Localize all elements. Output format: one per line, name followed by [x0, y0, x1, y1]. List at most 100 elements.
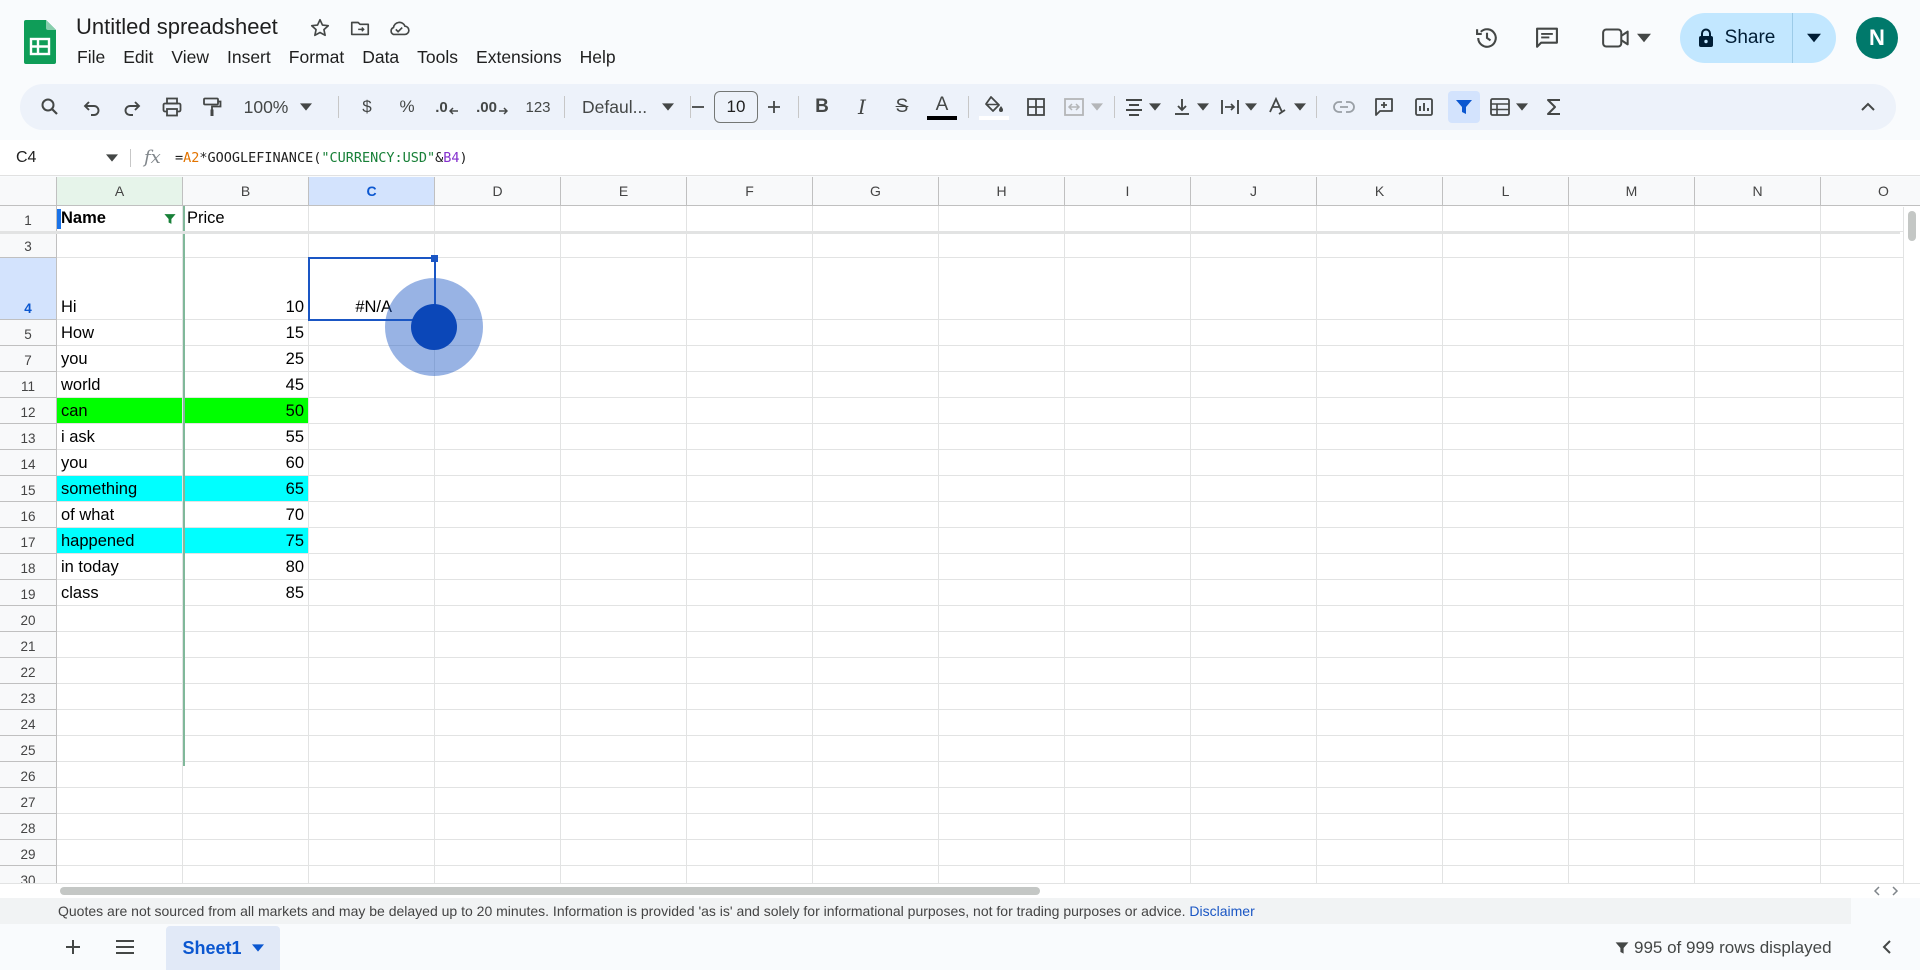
cell-h1[interactable] [939, 206, 1065, 232]
cell-b22[interactable] [183, 658, 309, 684]
cell-g1[interactable] [813, 206, 939, 232]
cell-j28[interactable] [1191, 814, 1317, 840]
cell-g25[interactable] [813, 736, 939, 762]
cell-g20[interactable] [813, 606, 939, 632]
cell-n23[interactable] [1695, 684, 1821, 710]
cell-e4[interactable] [561, 258, 687, 320]
cell-e26[interactable] [561, 762, 687, 788]
cell-d1[interactable] [435, 206, 561, 232]
menu-tools[interactable]: Tools [408, 46, 467, 70]
cell-c1[interactable] [309, 206, 435, 232]
cell-f16[interactable] [687, 502, 813, 528]
select-all-corner[interactable] [0, 177, 57, 206]
cell-a22[interactable] [57, 658, 183, 684]
column-header-c[interactable]: C [309, 177, 435, 206]
cell-n25[interactable] [1695, 736, 1821, 762]
cell-j17[interactable] [1191, 528, 1317, 554]
number-format-button[interactable]: 123 [520, 91, 556, 123]
cell-e25[interactable] [561, 736, 687, 762]
cell-f25[interactable] [687, 736, 813, 762]
cell-k12[interactable] [1317, 398, 1443, 424]
cell-c16[interactable] [309, 502, 435, 528]
cell-l7[interactable] [1443, 346, 1569, 372]
cell-e27[interactable] [561, 788, 687, 814]
cell-f17[interactable] [687, 528, 813, 554]
cell-h4[interactable] [939, 258, 1065, 320]
menu-extensions[interactable]: Extensions [467, 46, 571, 70]
column-header-h[interactable]: H [939, 177, 1065, 206]
cell-n18[interactable] [1695, 554, 1821, 580]
search-icon[interactable] [34, 91, 66, 123]
cloud-status-icon[interactable] [386, 15, 412, 41]
cell-e28[interactable] [561, 814, 687, 840]
vertical-align-button[interactable] [1168, 91, 1212, 123]
cell-e1[interactable] [561, 206, 687, 232]
cell-i29[interactable] [1065, 840, 1191, 866]
cell-j20[interactable] [1191, 606, 1317, 632]
cell-k5[interactable] [1317, 320, 1443, 346]
cell-j14[interactable] [1191, 450, 1317, 476]
cell-j30[interactable] [1191, 866, 1317, 883]
cell-c11[interactable] [309, 372, 435, 398]
cell-d29[interactable] [435, 840, 561, 866]
cell-l23[interactable] [1443, 684, 1569, 710]
cell-e5[interactable] [561, 320, 687, 346]
cell-f7[interactable] [687, 346, 813, 372]
cell-k30[interactable] [1317, 866, 1443, 883]
cell-e14[interactable] [561, 450, 687, 476]
cell-e29[interactable] [561, 840, 687, 866]
cell-k28[interactable] [1317, 814, 1443, 840]
cell-g23[interactable] [813, 684, 939, 710]
version-history-icon[interactable] [1467, 18, 1507, 58]
cell-m19[interactable] [1569, 580, 1695, 606]
cell-l25[interactable] [1443, 736, 1569, 762]
cell-d14[interactable] [435, 450, 561, 476]
cell-e7[interactable] [561, 346, 687, 372]
cell-f21[interactable] [687, 632, 813, 658]
cell-a28[interactable] [57, 814, 183, 840]
cell-b3[interactable] [183, 232, 309, 258]
cell-h19[interactable] [939, 580, 1065, 606]
cell-h12[interactable] [939, 398, 1065, 424]
cell-c23[interactable] [309, 684, 435, 710]
avatar[interactable]: N [1856, 17, 1898, 59]
cell-n15[interactable] [1695, 476, 1821, 502]
column-header-a[interactable]: A [57, 177, 183, 206]
cell-j13[interactable] [1191, 424, 1317, 450]
cell-a3[interactable] [57, 232, 183, 258]
cell-k13[interactable] [1317, 424, 1443, 450]
cell-n29[interactable] [1695, 840, 1821, 866]
italic-button[interactable]: I [846, 91, 878, 123]
cell-k16[interactable] [1317, 502, 1443, 528]
cell-b25[interactable] [183, 736, 309, 762]
row-header-1[interactable]: 1 [0, 206, 57, 232]
cell-e12[interactable] [561, 398, 687, 424]
cell-f23[interactable] [687, 684, 813, 710]
cell-f27[interactable] [687, 788, 813, 814]
row-header-22[interactable]: 22 [0, 658, 57, 684]
filter-views-button[interactable] [1486, 91, 1530, 123]
cell-a25[interactable] [57, 736, 183, 762]
cell-b21[interactable] [183, 632, 309, 658]
row-header-7[interactable]: 7 [0, 346, 57, 372]
cell-k15[interactable] [1317, 476, 1443, 502]
cell-i4[interactable] [1065, 258, 1191, 320]
cell-i27[interactable] [1065, 788, 1191, 814]
cell-m25[interactable] [1569, 736, 1695, 762]
frozen-row-divider[interactable] [0, 231, 1900, 234]
cell-j1[interactable] [1191, 206, 1317, 232]
cell-c19[interactable] [309, 580, 435, 606]
cell-h11[interactable] [939, 372, 1065, 398]
cell-k20[interactable] [1317, 606, 1443, 632]
cell-j7[interactable] [1191, 346, 1317, 372]
cell-k3[interactable] [1317, 232, 1443, 258]
cell-h3[interactable] [939, 232, 1065, 258]
cell-i3[interactable] [1065, 232, 1191, 258]
cell-b13[interactable]: 55 [183, 424, 309, 450]
cell-k1[interactable] [1317, 206, 1443, 232]
cell-b28[interactable] [183, 814, 309, 840]
cell-l27[interactable] [1443, 788, 1569, 814]
cell-l14[interactable] [1443, 450, 1569, 476]
cell-l18[interactable] [1443, 554, 1569, 580]
cell-n21[interactable] [1695, 632, 1821, 658]
